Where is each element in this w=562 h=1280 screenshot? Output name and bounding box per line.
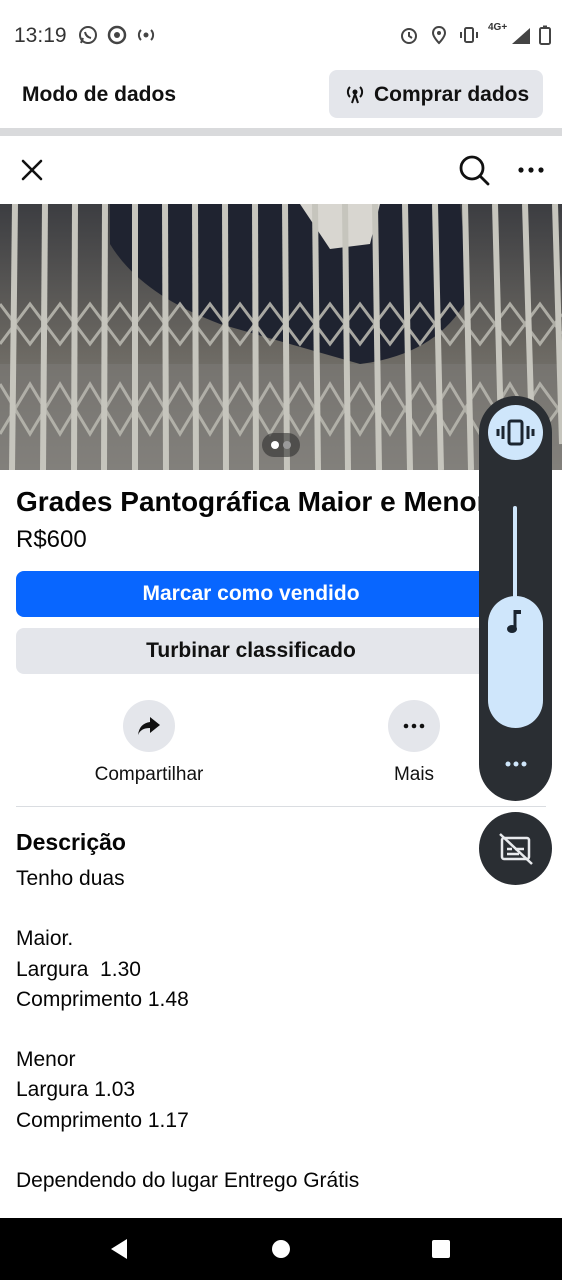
live-caption-off-icon bbox=[499, 833, 533, 865]
divider bbox=[16, 806, 546, 807]
home-icon[interactable] bbox=[266, 1234, 296, 1264]
chrome-icon bbox=[107, 25, 127, 45]
description-line: Dependendo do lugar Entrego Grátis bbox=[16, 1168, 360, 1192]
system-nav-bar bbox=[0, 1218, 562, 1280]
listing-photo[interactable] bbox=[0, 204, 562, 470]
share-icon bbox=[138, 717, 160, 735]
more-label: Mais bbox=[393, 764, 435, 785]
live-caption-button[interactable] bbox=[479, 812, 552, 885]
boost-listing-button[interactable]: Turbinar classificado bbox=[16, 628, 546, 674]
more-button[interactable] bbox=[388, 700, 440, 752]
share-button[interactable] bbox=[123, 700, 175, 752]
description-line bbox=[16, 1015, 546, 1045]
close-icon[interactable] bbox=[12, 150, 52, 190]
location-icon bbox=[431, 25, 447, 45]
more-icon bbox=[403, 723, 425, 729]
search-icon[interactable] bbox=[454, 150, 494, 190]
volume-track bbox=[513, 506, 517, 606]
pager-dot bbox=[283, 441, 291, 449]
alarm-icon bbox=[401, 28, 417, 44]
description-line: Menor bbox=[16, 1048, 76, 1072]
listing-photo-image bbox=[0, 204, 562, 470]
description-line: Comprimento 1.17 bbox=[16, 1108, 189, 1132]
hotspot-icon bbox=[137, 29, 155, 41]
data-mode-title: Modo de dados bbox=[22, 83, 176, 106]
more-icon[interactable] bbox=[511, 150, 551, 190]
description-text: Tenho duas Maior. Largura 1.30 Comprimen… bbox=[16, 864, 546, 1196]
volume-panel bbox=[479, 396, 552, 801]
status-bar: 13:19 4G+ bbox=[0, 0, 562, 70]
photo-pager bbox=[262, 433, 300, 457]
battery-icon bbox=[539, 25, 551, 45]
buy-data-button[interactable]: Comprar dados bbox=[329, 70, 543, 118]
vibrate-icon bbox=[496, 419, 535, 446]
listing-header bbox=[0, 136, 562, 204]
buy-data-label: Comprar dados bbox=[374, 83, 530, 106]
listing-title: Grades Pantográfica Maior e Menor bbox=[16, 486, 486, 517]
listing-price: R$600 bbox=[16, 526, 87, 553]
pager-dot-active bbox=[271, 441, 279, 449]
divider bbox=[0, 128, 562, 136]
more-action[interactable]: Mais bbox=[334, 700, 494, 786]
share-label: Compartilhar bbox=[94, 764, 204, 785]
description-line: Maior. bbox=[16, 927, 74, 951]
description-line: Largura 1.03 bbox=[16, 1078, 136, 1102]
music-note-icon bbox=[507, 610, 521, 633]
share-action[interactable]: Compartilhar bbox=[69, 700, 229, 786]
network-type: 4G+ bbox=[488, 22, 508, 33]
signal-icon bbox=[512, 28, 530, 44]
description-line bbox=[16, 1136, 546, 1166]
ringer-mode-button[interactable] bbox=[488, 405, 543, 460]
antenna-icon bbox=[346, 86, 364, 104]
volume-slider[interactable] bbox=[488, 596, 543, 728]
recents-icon[interactable] bbox=[426, 1234, 456, 1264]
whatsapp-icon bbox=[79, 26, 97, 44]
mark-sold-button[interactable]: Marcar como vendido bbox=[16, 571, 546, 617]
description-heading: Descrição bbox=[16, 829, 126, 855]
data-mode-bar: Modo de dados Comprar dados bbox=[0, 66, 562, 128]
back-icon[interactable] bbox=[105, 1234, 135, 1264]
description-line: Largura 1.30 bbox=[16, 957, 141, 981]
status-time: 13:19 bbox=[14, 24, 67, 47]
vibrate-icon bbox=[460, 27, 478, 43]
description-line bbox=[16, 894, 546, 924]
more-icon[interactable] bbox=[501, 754, 531, 774]
description-line: Tenho duas bbox=[16, 867, 125, 890]
description-line: Comprimento 1.48 bbox=[16, 987, 189, 1011]
